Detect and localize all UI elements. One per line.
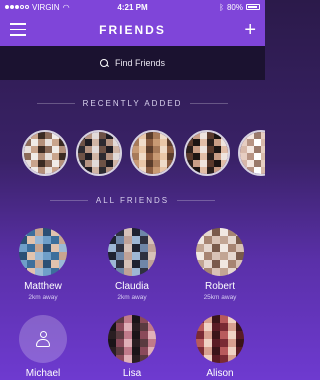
- recently-added-title: RECENTLY ADDED: [82, 99, 183, 108]
- battery-percent: 80%: [226, 2, 243, 12]
- recent-friend-avatar[interactable]: [238, 130, 265, 176]
- add-friend-button[interactable]: +: [244, 20, 256, 40]
- friend-name: Alison: [206, 368, 234, 379]
- menu-icon[interactable]: [10, 23, 26, 37]
- all-friends-title: ALL FRIENDS: [95, 196, 170, 205]
- recently-added-header: RECENTLY ADDED: [0, 99, 265, 108]
- friend-name: Claudia: [115, 281, 149, 292]
- recent-friend-avatar[interactable]: [130, 130, 176, 176]
- recent-friend-avatar[interactable]: [184, 130, 230, 176]
- friend-item[interactable]: Lisa: [92, 315, 172, 379]
- avatar: [19, 315, 67, 363]
- friend-name: Lisa: [122, 368, 142, 379]
- page-title: FRIENDS: [99, 23, 166, 37]
- friend-item[interactable]: Robert 25km away: [180, 228, 260, 301]
- avatar: [196, 228, 244, 276]
- avatar: [108, 315, 156, 363]
- divider: [49, 200, 88, 201]
- battery-icon: [246, 4, 260, 10]
- all-friends-header: ALL FRIENDS: [0, 196, 265, 205]
- status-left: VIRGIN ◠: [5, 3, 95, 12]
- friend-item[interactable]: Matthew 2km away: [3, 228, 83, 301]
- friend-item[interactable]: Alison: [180, 315, 260, 379]
- friend-name: Robert: [204, 281, 235, 292]
- wifi-icon: ◠: [62, 2, 70, 12]
- avatar: [196, 315, 244, 363]
- search-label: Find Friends: [114, 58, 166, 68]
- search-icon: [99, 58, 109, 68]
- avatar: [108, 228, 156, 276]
- signal-icon: [5, 5, 29, 9]
- friend-name: Michael: [25, 368, 61, 379]
- status-bar: VIRGIN ◠ 4:21 PM ᛒ 80%: [0, 0, 265, 14]
- friend-distance: 2km away: [28, 294, 58, 301]
- recent-friend-avatar[interactable]: [22, 130, 68, 176]
- user-icon: [36, 331, 50, 347]
- status-right: ᛒ 80%: [170, 3, 260, 12]
- divider: [177, 200, 216, 201]
- recently-added-list: [0, 128, 265, 176]
- friend-name: Matthew: [24, 281, 62, 292]
- friend-item[interactable]: Michael: [3, 315, 83, 379]
- bluetooth-icon: ᛒ: [219, 2, 224, 12]
- carrier-label: VIRGIN: [32, 2, 60, 12]
- divider: [36, 103, 75, 104]
- friend-distance: 2km away: [117, 294, 147, 301]
- status-time: 4:21 PM: [117, 2, 148, 12]
- find-friends-search[interactable]: Find Friends: [0, 46, 265, 80]
- recent-friend-avatar[interactable]: [76, 130, 122, 176]
- divider: [190, 103, 229, 104]
- friend-distance: 25km away: [203, 294, 237, 301]
- avatar: [19, 228, 67, 276]
- friend-item[interactable]: Claudia 2km away: [92, 228, 172, 301]
- nav-bar: FRIENDS +: [0, 14, 265, 46]
